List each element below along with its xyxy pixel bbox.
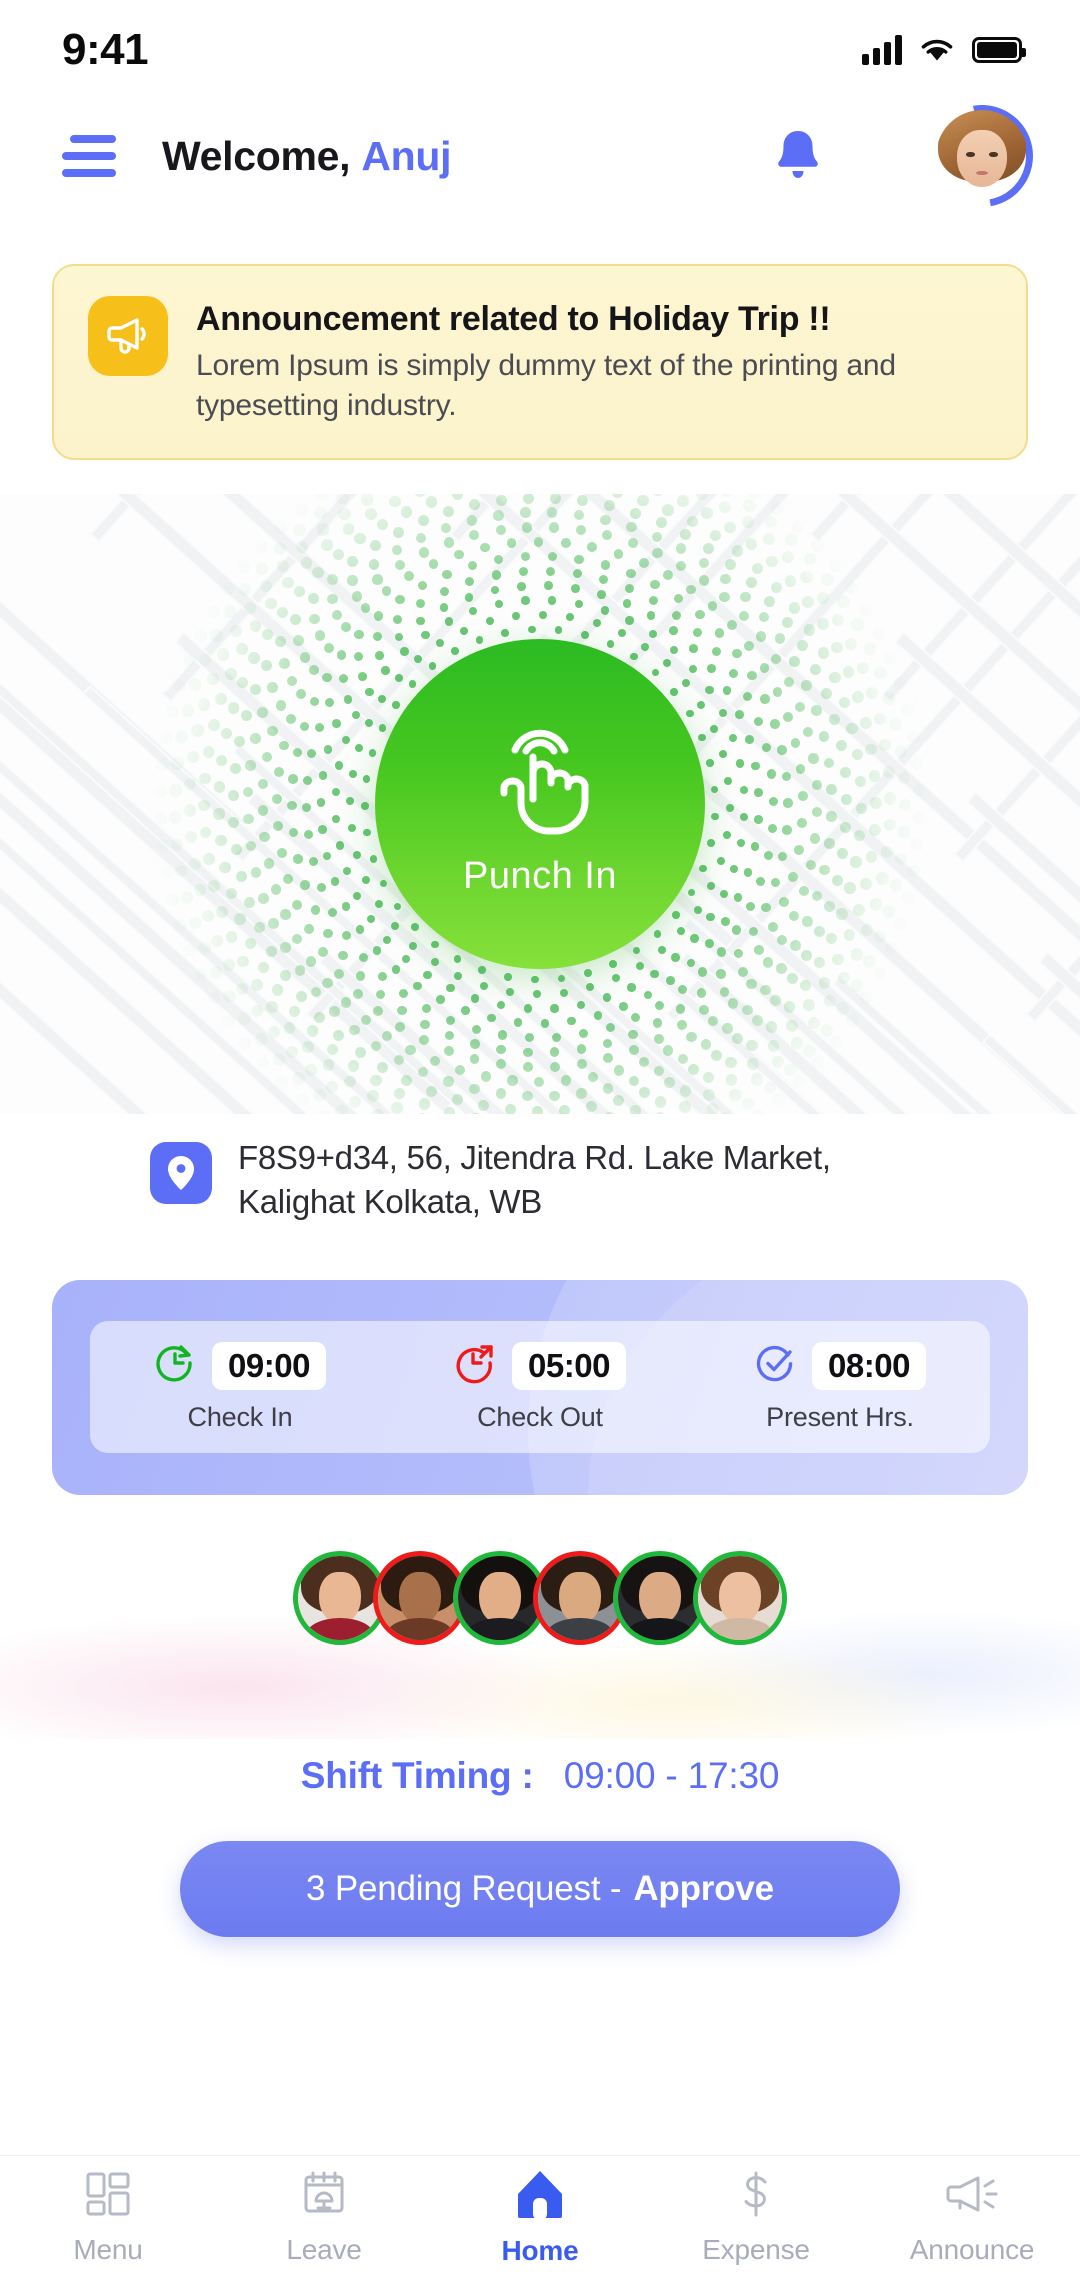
nav-item-label: Home <box>501 2235 579 2266</box>
punch-map-area: Punch In <box>0 494 1080 1115</box>
address-line-2: Kalighat Kolkata, WB <box>238 1183 542 1221</box>
pending-request-count-text: 3 Pending Request - <box>306 1868 622 1908</box>
attendance-stat-label: Present Hrs. <box>766 1401 914 1432</box>
attendance-stat-top: 08:00 <box>754 1341 926 1390</box>
announcement-card[interactable]: Announcement related to Holiday Trip !! … <box>52 264 1028 461</box>
nav-item-label: Leave <box>286 2234 362 2265</box>
shift-timing-label: Shift Timing : <box>300 1754 534 1796</box>
address-line-1: F8S9+d34, 56, Jitendra Rd. Lake Market, <box>238 1139 831 1177</box>
nav-item-label: Expense <box>702 2234 810 2265</box>
attendance-stat-value: 09:00 <box>212 1341 326 1390</box>
announcement-body: Lorem Ipsum is simply dummy text of the … <box>196 349 896 423</box>
punch-in-button[interactable]: Punch In <box>375 639 705 970</box>
pending-request-approve-button[interactable]: 3 Pending Request - Approve <box>180 1840 900 1937</box>
attendance-stat-value: 05:00 <box>512 1341 626 1390</box>
attendance-stat-label: Check Out <box>477 1401 603 1432</box>
home-icon <box>514 2168 566 2225</box>
shift-timing: Shift Timing : 09:00 - 17:30 <box>0 1755 1080 1797</box>
signal-bars-icon <box>862 35 902 65</box>
announcement-title: Announcement related to Holiday Trip !! <box>196 300 831 338</box>
status-bar: 9:41 <box>0 0 1080 100</box>
attendance-stat-top: 05:00 <box>454 1341 626 1390</box>
nav-item-menu[interactable]: Menu <box>0 2169 216 2266</box>
status-bar-indicators <box>862 35 1026 65</box>
user-name: Anuj <box>361 132 452 179</box>
megaphone-outline-icon <box>945 2169 999 2224</box>
nav-item-label: Announce <box>909 2234 1035 2265</box>
avatar-image <box>936 110 1028 202</box>
calendar-leave-icon <box>299 2169 349 2224</box>
page-title: Welcome, Anuj <box>162 132 452 180</box>
team-section <box>0 1550 1080 1751</box>
app-header: Welcome, Anuj <box>0 100 1080 212</box>
attendance-stat: 05:00 Check Out <box>390 1341 690 1433</box>
bottom-navigation: Menu Leave Home Expense Announce <box>0 2155 1080 2283</box>
location-address: F8S9+d34, 56, Jitendra Rd. Lake Market, … <box>238 1136 831 1223</box>
status-bar-time: 9:41 <box>62 25 149 74</box>
attendance-stat-label: Check In <box>187 1401 293 1432</box>
attendance-stats-row: 09:00 Check In 05:00 Check Out 08:00 Pre… <box>90 1321 990 1454</box>
team-avatar-list <box>293 1550 787 1645</box>
greeting-text: Welcome, <box>162 132 351 179</box>
team-member-6[interactable] <box>693 1550 787 1645</box>
clock-arrow-out-icon <box>454 1342 496 1389</box>
attendance-stat: 08:00 Present Hrs. <box>690 1341 990 1433</box>
location-pin-icon <box>150 1142 212 1205</box>
battery-full-icon <box>972 37 1026 63</box>
approve-action-label: Approve <box>633 1868 774 1908</box>
current-location: F8S9+d34, 56, Jitendra Rd. Lake Market, … <box>0 1114 1080 1223</box>
nav-item-leave[interactable]: Leave <box>216 2169 432 2266</box>
wifi-icon <box>921 39 953 61</box>
hamburger-menu-icon[interactable] <box>62 135 118 177</box>
attendance-summary-card: 09:00 Check In 05:00 Check Out 08:00 Pre… <box>52 1279 1028 1495</box>
megaphone-icon <box>88 296 168 376</box>
shift-timing-value: 09:00 - 17:30 <box>563 1754 780 1796</box>
approve-button-wrap: 3 Pending Request - Approve <box>0 1840 1080 1937</box>
grid-layout-icon <box>83 2169 133 2224</box>
tap-hand-icon <box>500 729 589 835</box>
clock-arrow-in-icon <box>154 1342 196 1389</box>
avatar[interactable] <box>936 110 1028 202</box>
dollar-sign-icon <box>731 2169 781 2224</box>
attendance-stat: 09:00 Check In <box>90 1341 390 1433</box>
announcement-text: Announcement related to Holiday Trip !! … <box>196 296 996 426</box>
clock-check-icon <box>754 1342 796 1389</box>
nav-item-announce[interactable]: Announce <box>864 2169 1080 2266</box>
nav-item-home[interactable]: Home <box>432 2168 648 2267</box>
attendance-stat-top: 09:00 <box>154 1341 326 1390</box>
attendance-stat-value: 08:00 <box>812 1341 926 1390</box>
notification-bell-icon[interactable] <box>772 127 824 185</box>
nav-item-expense[interactable]: Expense <box>648 2169 864 2266</box>
nav-item-label: Menu <box>73 2234 143 2265</box>
punch-in-label: Punch In <box>463 854 617 897</box>
